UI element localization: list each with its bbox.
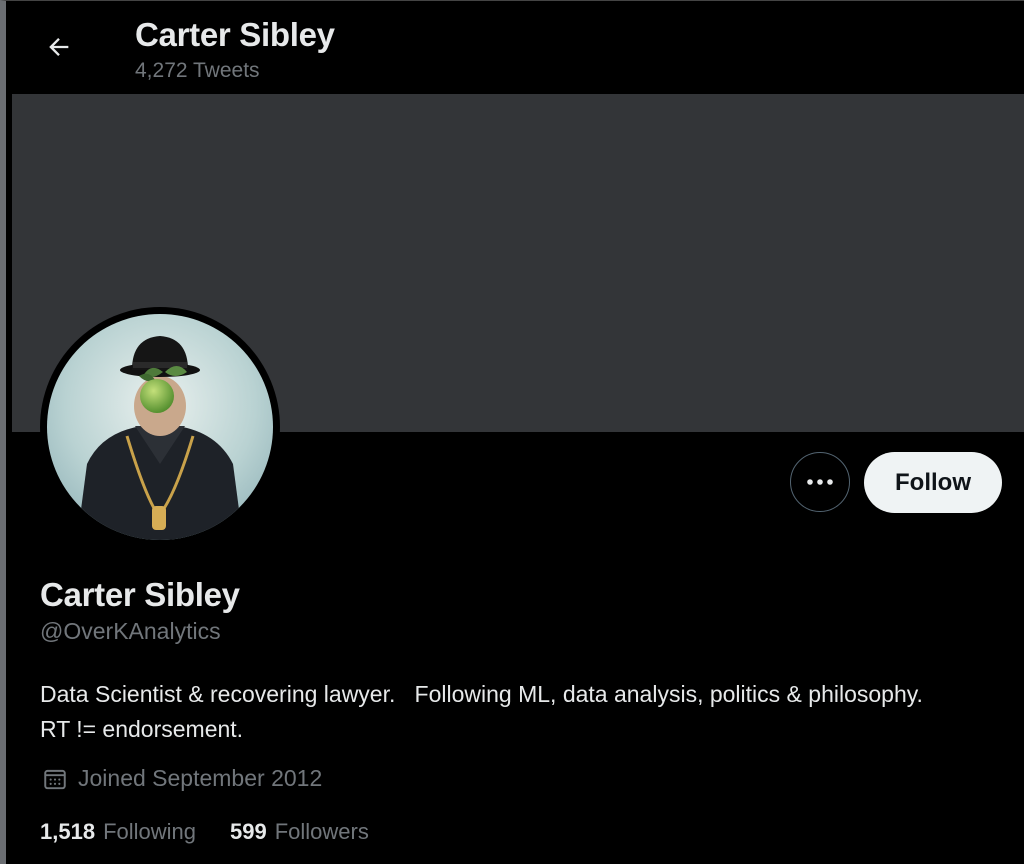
arrow-left-icon — [49, 38, 69, 56]
profile-handle: @OverKAnalytics — [40, 618, 221, 644]
top-header-bar: Carter Sibley 4,272 Tweets — [12, 2, 1024, 94]
following-count: 1,518 — [40, 819, 96, 844]
avatar-image — [47, 314, 273, 540]
back-button[interactable] — [34, 22, 84, 72]
avatar[interactable] — [47, 314, 273, 540]
followers-label: Followers — [274, 819, 369, 844]
follow-stats: 1,518 Following 599 Followers — [40, 819, 403, 845]
more-horizontal-icon — [807, 479, 833, 485]
profile-name: Carter Sibley — [40, 576, 240, 613]
following-link[interactable]: 1,518 Following — [40, 819, 196, 845]
followers-link[interactable]: 599 Followers — [230, 819, 369, 845]
more-options-button[interactable] — [790, 452, 850, 512]
followers-count: 599 — [230, 819, 267, 844]
follow-button[interactable]: Follow — [864, 452, 1002, 513]
calendar-icon — [42, 766, 68, 792]
joined-text: Joined September 2012 — [78, 765, 323, 791]
header-tweet-count: 4,272 Tweets — [135, 59, 260, 82]
avatar-border — [40, 307, 280, 547]
header-title: Carter Sibley — [135, 16, 335, 53]
profile-bio: Data Scientist & recovering lawyer. Foll… — [40, 681, 936, 742]
joined-date: Joined September 2012 — [42, 765, 322, 792]
following-label: Following — [103, 819, 196, 844]
profile-page: Carter Sibley 4,272 Tweets Follow Carter… — [0, 0, 1024, 864]
